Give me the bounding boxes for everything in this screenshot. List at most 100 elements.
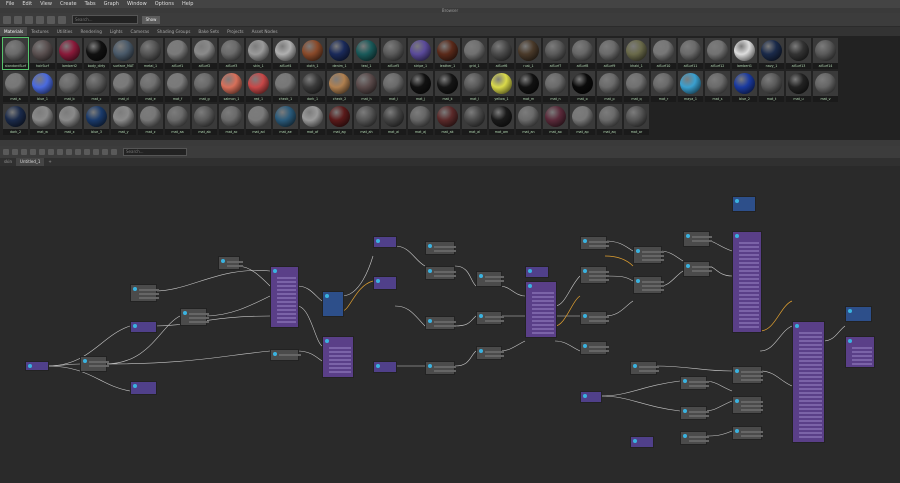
material-swatch[interactable]: yellow_1 (489, 71, 514, 102)
material-swatch[interactable]: mat_aq (597, 104, 622, 135)
shader-attribute-port[interactable] (739, 302, 759, 304)
shader-attribute-port[interactable] (277, 297, 296, 299)
material-swatch[interactable]: aiSurf5 (381, 38, 406, 69)
material-swatch[interactable]: teal_1 (354, 38, 379, 69)
material-swatch[interactable]: leather_1 (435, 38, 460, 69)
shader-attribute-port[interactable] (799, 408, 822, 410)
material-swatch[interactable]: mat_ap (570, 104, 595, 135)
material-swatch[interactable]: metal_1 (138, 38, 163, 69)
shader-attribute-port[interactable] (799, 388, 822, 390)
shader-attribute-port[interactable] (799, 372, 822, 374)
grid-icon[interactable] (102, 149, 108, 155)
file-node[interactable] (683, 261, 712, 277)
material-swatch[interactable]: mat_ab (192, 104, 217, 135)
shader-attribute-port[interactable] (277, 277, 296, 279)
material-swatch[interactable]: mat_ad (246, 104, 271, 135)
file-node[interactable] (580, 341, 609, 355)
shader-attribute-port[interactable] (329, 355, 351, 357)
shader-attribute-port[interactable] (799, 348, 822, 350)
shader-attribute-port[interactable] (799, 336, 822, 338)
shader-attribute-port[interactable] (329, 371, 351, 373)
shader-node[interactable] (525, 281, 557, 338)
shader-attribute-port[interactable] (799, 432, 822, 434)
zoom-icon[interactable] (58, 15, 66, 24)
menu-item-window[interactable]: Window (127, 1, 147, 7)
material-swatch[interactable]: mat_b (57, 71, 82, 102)
material-swatch[interactable]: mat_r (651, 71, 676, 102)
material-swatch[interactable]: salmon_1 (219, 71, 244, 102)
material-swatch[interactable]: mat_p (597, 71, 622, 102)
shader-attribute-port[interactable] (277, 293, 296, 295)
shader-attribute-port[interactable] (799, 332, 822, 334)
material-swatch[interactable]: check_1 (273, 71, 298, 102)
menu-item-create[interactable]: Create (60, 1, 77, 7)
menu-item-graph[interactable]: Graph (104, 1, 119, 7)
search-input[interactable]: Search... (72, 15, 138, 24)
shader-attribute-port[interactable] (739, 298, 759, 300)
shader-attribute-port[interactable] (739, 262, 759, 264)
shader-attribute-port[interactable] (799, 364, 822, 366)
material-swatch[interactable]: mat_m (516, 71, 541, 102)
tab-materials[interactable]: Materials (0, 27, 28, 36)
shader-attribute-port[interactable] (532, 312, 554, 314)
material-swatch[interactable]: mat_al (462, 104, 487, 135)
material-swatch[interactable]: mat_ah (354, 104, 379, 135)
sg-node[interactable] (845, 306, 872, 322)
material-swatch[interactable]: aiSurf10 (651, 38, 676, 69)
material-swatch[interactable]: aiSurf2 (192, 38, 217, 69)
shader-attribute-port[interactable] (799, 396, 822, 398)
shader-attribute-port[interactable] (532, 304, 554, 306)
list-view-icon[interactable] (14, 15, 22, 24)
material-swatch[interactable]: surface_MAT (111, 38, 136, 69)
sg-node[interactable] (322, 291, 344, 317)
material-swatch[interactable]: mat_c (84, 71, 109, 102)
file-node[interactable] (580, 236, 609, 250)
graph-icon[interactable] (3, 149, 9, 155)
tab-lights[interactable]: Lights (106, 27, 127, 36)
menu-item-help[interactable]: Help (182, 1, 193, 7)
shader-attribute-port[interactable] (739, 270, 759, 272)
grid-view-icon[interactable] (3, 15, 11, 24)
sg-node[interactable] (732, 196, 756, 212)
file-node[interactable] (80, 356, 109, 372)
material-swatch[interactable]: mat_j (408, 71, 433, 102)
material-swatch[interactable]: mat_u (786, 71, 811, 102)
material-swatch[interactable]: mat_aj (408, 104, 433, 135)
shader-attribute-port[interactable] (799, 420, 822, 422)
shader-attribute-port[interactable] (852, 355, 872, 357)
material-swatch[interactable]: mat_d (111, 71, 136, 102)
show-button[interactable]: Show (142, 15, 160, 24)
node-search-input[interactable]: Search... (123, 148, 187, 156)
shader-node[interactable] (322, 336, 354, 378)
view-icon[interactable] (84, 149, 90, 155)
output-connections-icon[interactable] (21, 149, 27, 155)
placement-node[interactable] (580, 391, 602, 403)
shader-attribute-port[interactable] (329, 367, 351, 369)
shader-attribute-port[interactable] (799, 340, 822, 342)
shader-attribute-port[interactable] (739, 242, 759, 244)
placement-node[interactable] (130, 381, 157, 395)
file-node[interactable] (580, 266, 609, 284)
file-node[interactable] (476, 271, 505, 287)
file-node[interactable] (476, 311, 505, 325)
tab-rendering[interactable]: Rendering (76, 27, 105, 36)
material-swatch[interactable]: aiSurf12 (705, 38, 730, 69)
shader-attribute-port[interactable] (799, 356, 822, 358)
file-node[interactable] (680, 406, 709, 420)
material-swatch[interactable]: aiSurf6 (489, 38, 514, 69)
material-swatch[interactable]: mat_v (813, 71, 838, 102)
shader-attribute-port[interactable] (799, 384, 822, 386)
material-swatch[interactable]: lambert1 (732, 38, 757, 69)
tab-bake-sets[interactable]: Bake Sets (194, 27, 223, 36)
placement-node[interactable] (25, 361, 49, 371)
node-editor-tab[interactable]: skin (0, 158, 16, 166)
shader-attribute-port[interactable] (852, 363, 872, 365)
shader-attribute-port[interactable] (739, 254, 759, 256)
shader-attribute-port[interactable] (739, 274, 759, 276)
file-node[interactable] (630, 361, 659, 375)
file-node[interactable] (732, 366, 764, 384)
material-swatch[interactable]: mat_w (30, 104, 55, 135)
shader-attribute-port[interactable] (277, 289, 296, 291)
material-swatch[interactable]: check_2 (327, 71, 352, 102)
tab-utilities[interactable]: Utilities (53, 27, 77, 36)
